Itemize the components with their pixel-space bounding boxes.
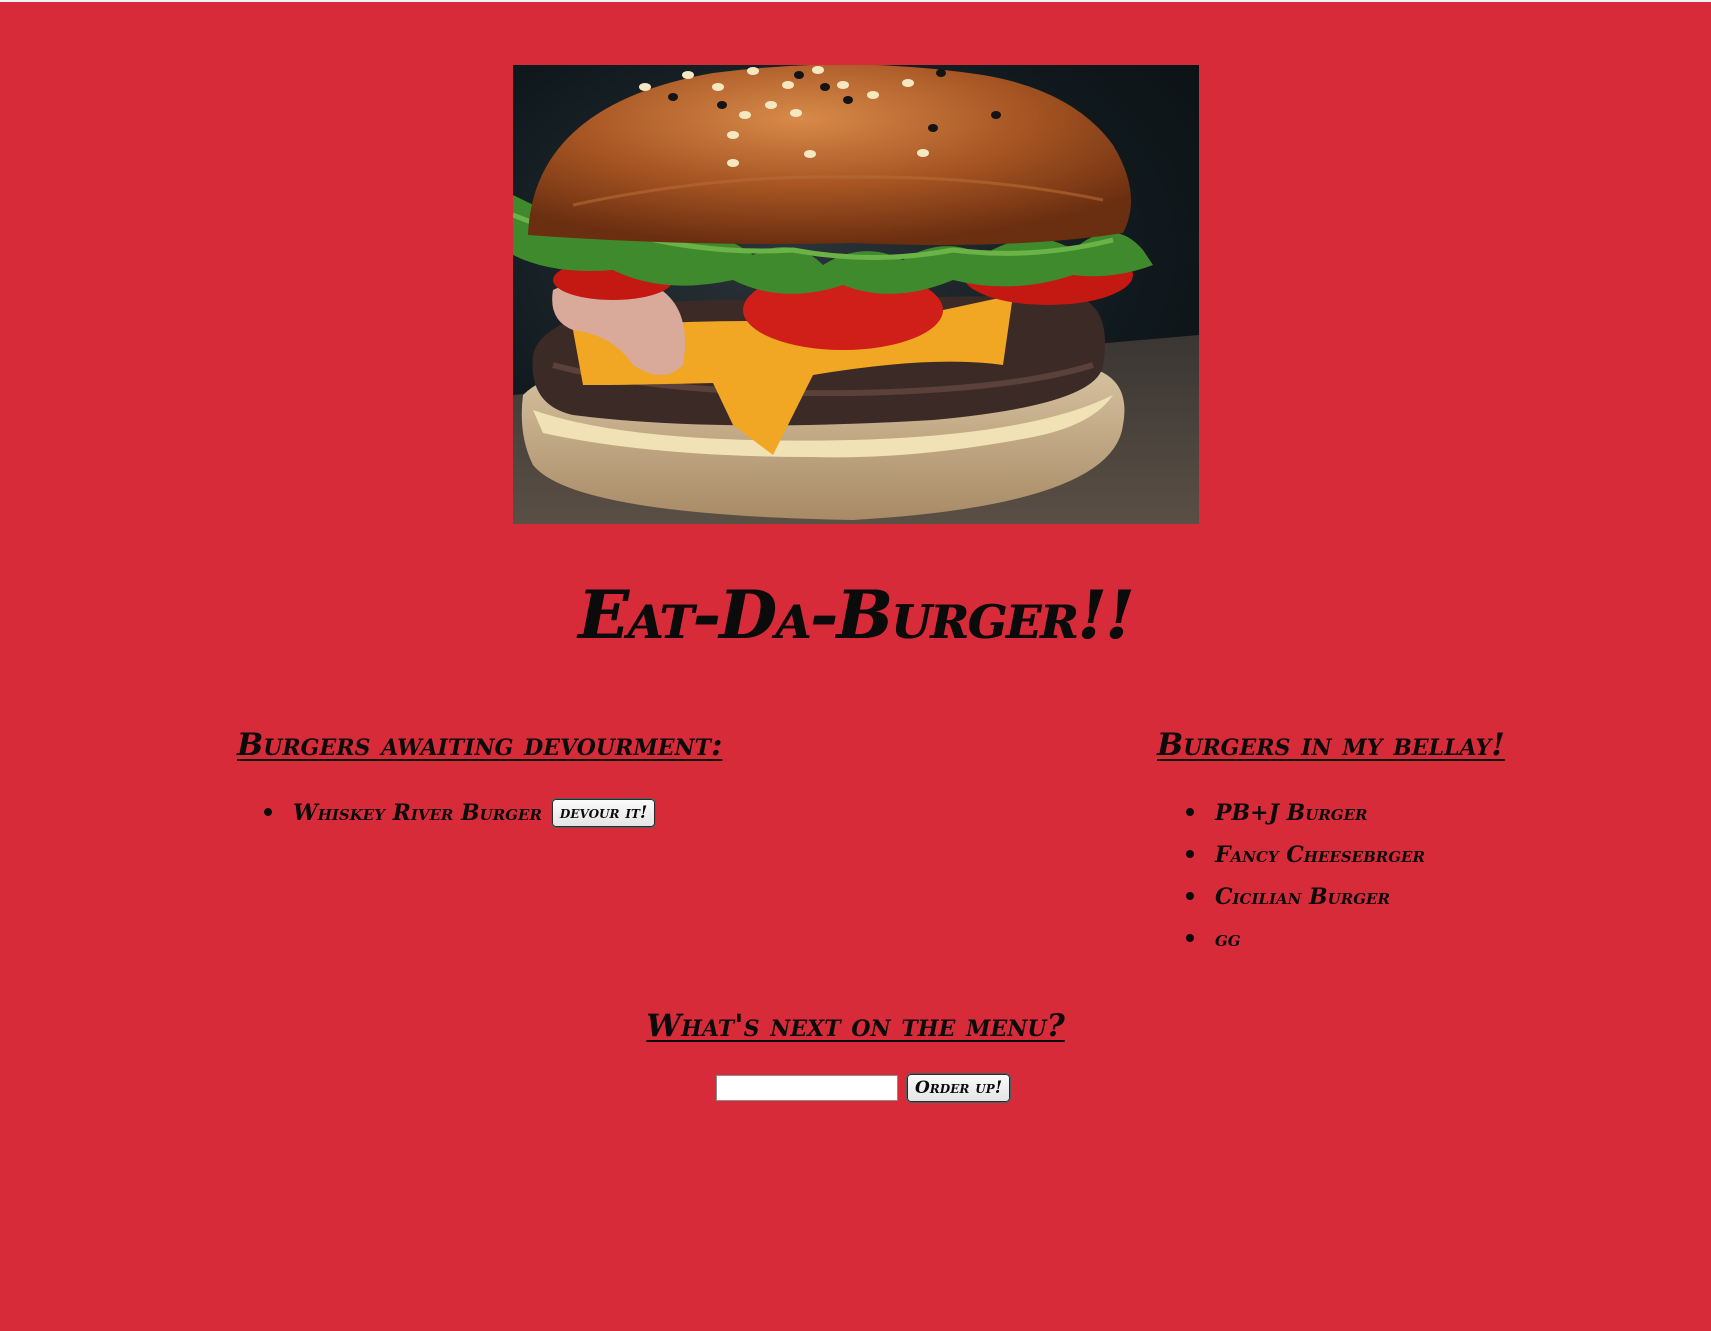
page-title: Eat-Da-Burger!! (577, 576, 1134, 654)
bullet-icon (1186, 934, 1194, 942)
order-up-button[interactable]: Order up! (906, 1073, 1012, 1103)
awaiting-heading: Burgers awaiting devourment: (237, 727, 723, 763)
burger-name: Cicilian Burger (1215, 884, 1390, 910)
bullet-icon (1186, 850, 1194, 858)
awaiting-list: Whiskey River Burger devour it! (264, 792, 657, 834)
burger-name: Fancy Cheesebrger (1215, 842, 1425, 868)
bullet-icon (1186, 808, 1194, 816)
list-item: Cicilian Burger (1186, 876, 1425, 918)
order-form: Order up! (716, 1073, 1012, 1103)
list-item: gg (1186, 918, 1425, 960)
burger-name: Whiskey River Burger (293, 800, 542, 826)
burger-name-input[interactable] (716, 1075, 898, 1101)
bullet-icon (264, 808, 272, 816)
bullet-icon (1186, 892, 1194, 900)
devoured-heading: Burgers in my bellay! (1157, 727, 1505, 763)
list-item: Whiskey River Burger devour it! (264, 792, 657, 834)
burger-photo (513, 65, 1199, 524)
devour-button[interactable]: devour it! (550, 798, 657, 828)
burger-name: PB+J Burger (1215, 800, 1368, 826)
list-item: PB+J Burger (1186, 792, 1425, 834)
devoured-list: PB+J Burger Fancy Cheesebrger Cicilian B… (1186, 792, 1425, 960)
list-item: Fancy Cheesebrger (1186, 834, 1425, 876)
burger-name: gg (1215, 926, 1241, 952)
order-heading: What's next on the menu? (646, 1008, 1065, 1044)
